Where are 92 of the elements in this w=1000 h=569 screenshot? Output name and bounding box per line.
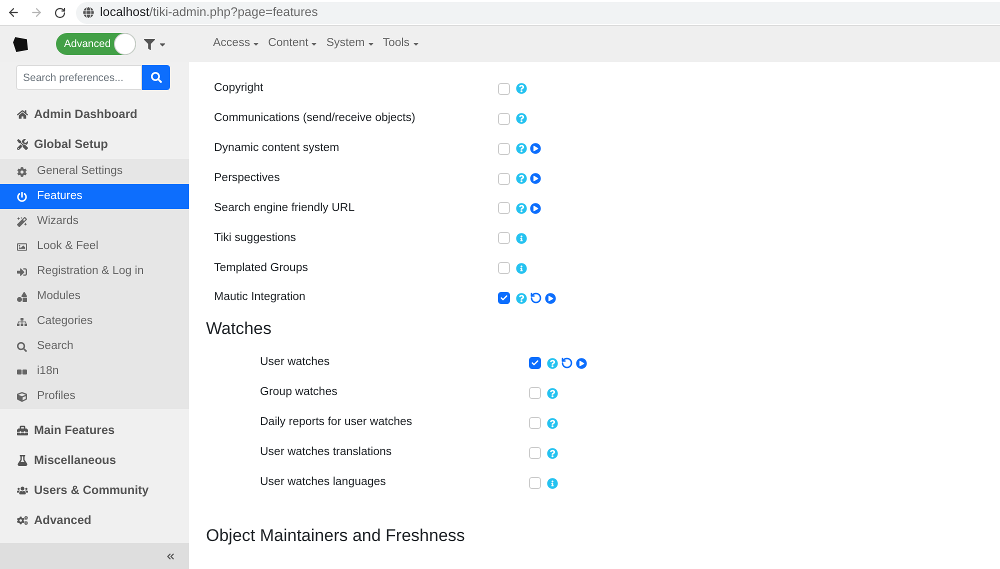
- preference-label: User watches: [260, 355, 331, 370]
- nav-menu[interactable]: System: [326, 35, 375, 53]
- filter-button[interactable]: [144, 38, 167, 50]
- help-icon[interactable]: [516, 202, 527, 214]
- caret-icon: [366, 40, 375, 48]
- reset-icon[interactable]: [561, 357, 573, 369]
- globe-icon: [83, 7, 94, 18]
- forward-icon[interactable]: [30, 6, 43, 19]
- logo-icon[interactable]: [12, 36, 29, 52]
- checkbox[interactable]: [529, 357, 541, 369]
- preference-label: Templated Groups: [214, 260, 309, 276]
- sidebar-item[interactable]: Modules: [0, 284, 189, 309]
- play-icon[interactable]: [576, 358, 587, 368]
- search-button[interactable]: [142, 65, 170, 90]
- sidebar-section[interactable]: Advanced: [0, 505, 189, 535]
- collapse-icon[interactable]: [165, 550, 176, 562]
- preference-label: Search engine friendly URL: [214, 200, 356, 216]
- preference-label: Dynamic content system: [214, 141, 340, 156]
- help-icon[interactable]: [516, 173, 527, 184]
- sidebar-item[interactable]: Profiles: [0, 384, 189, 409]
- reset-icon[interactable]: [530, 292, 542, 304]
- help-icon[interactable]: [516, 292, 527, 304]
- preference-label: Copyright: [214, 81, 264, 96]
- info-icon[interactable]: [516, 232, 527, 244]
- play-icon[interactable]: [530, 173, 541, 184]
- check-icon: [500, 294, 508, 302]
- preference-label: Group watches: [260, 385, 338, 400]
- caret-icon: [310, 40, 318, 48]
- reload-icon[interactable]: [54, 6, 66, 18]
- sidebar-item[interactable]: Look & Feel: [0, 234, 189, 259]
- section-heading: Object Maintainers and Freshness: [205, 525, 466, 547]
- info-icon[interactable]: [516, 262, 527, 274]
- info-icon[interactable]: [547, 478, 558, 488]
- sidebar-item[interactable]: i18n: [0, 359, 189, 384]
- nav-menu[interactable]: Tools: [382, 35, 420, 53]
- sidebar-item[interactable]: Categories: [0, 309, 189, 334]
- preference-label: Tiki suggestions: [214, 230, 298, 246]
- tools-icon: [17, 138, 28, 150]
- flask-icon: [17, 454, 28, 466]
- preference-label: User watches translations: [260, 445, 393, 460]
- help-icon[interactable]: [516, 113, 527, 124]
- search-field[interactable]: Search preferences...: [16, 65, 142, 90]
- back-icon[interactable]: [7, 6, 20, 19]
- preference-label: Perspectives: [214, 170, 281, 186]
- sidebar-section[interactable]: Miscellaneous: [0, 445, 189, 475]
- nav-menu[interactable]: Content: [268, 35, 318, 53]
- help-icon[interactable]: [547, 418, 558, 428]
- mode-toggle[interactable]: Advanced: [56, 33, 136, 55]
- nav-menu[interactable]: Access: [213, 35, 260, 53]
- power-icon: [17, 192, 27, 202]
- image-icon: [17, 242, 27, 252]
- magic-wand-icon: [17, 216, 27, 226]
- sidebar-section[interactable]: Users & Community: [0, 475, 189, 505]
- preference-label: Daily reports for user watches: [260, 415, 414, 430]
- search-icon: [17, 342, 27, 352]
- cube-icon: [17, 392, 27, 402]
- sidebar-item[interactable]: General Settings: [0, 159, 189, 184]
- address-bar[interactable]: localhost/tiki-admin.php?page=features: [76, 2, 1000, 24]
- check-icon: [531, 359, 539, 367]
- help-icon[interactable]: [547, 448, 558, 458]
- section-heading: Watches: [205, 318, 273, 340]
- search-icon: [150, 72, 162, 83]
- sidebar-item[interactable]: Wizards: [0, 209, 189, 234]
- sign-in-icon: [17, 266, 27, 276]
- checkbox[interactable]: [498, 292, 510, 304]
- preference-label: Mautic Integration: [214, 290, 306, 306]
- help-icon[interactable]: [516, 143, 527, 154]
- sidebar-section[interactable]: Main Features: [0, 415, 189, 445]
- help-icon[interactable]: [516, 83, 527, 94]
- help-icon[interactable]: [547, 358, 558, 368]
- sidebar-section[interactable]: Global Setup: [0, 129, 189, 159]
- play-icon[interactable]: [545, 292, 556, 304]
- filter-icon: [144, 38, 155, 50]
- play-icon[interactable]: [530, 143, 541, 154]
- toolbox-icon: [17, 424, 28, 436]
- help-icon[interactable]: [547, 388, 558, 398]
- sidebar-section[interactable]: Admin Dashboard: [0, 99, 189, 129]
- preference-label: Communications (send/receive objects): [214, 111, 416, 126]
- gear-icon: [17, 166, 27, 176]
- users-icon: [17, 484, 28, 496]
- shapes-icon: [17, 292, 27, 302]
- tree-icon: [17, 316, 27, 326]
- caret-icon: [412, 40, 420, 48]
- play-icon[interactable]: [530, 202, 541, 214]
- caret-icon: [252, 40, 260, 48]
- preference-label: User watches languages: [260, 475, 387, 490]
- gears-icon: [17, 514, 28, 526]
- home-icon: [17, 108, 28, 120]
- sidebar-item[interactable]: Registration & Log in: [0, 259, 189, 284]
- sidebar-item[interactable]: Search: [0, 334, 189, 359]
- tiles-icon: [17, 366, 27, 376]
- sidebar-item[interactable]: Features: [0, 184, 189, 209]
